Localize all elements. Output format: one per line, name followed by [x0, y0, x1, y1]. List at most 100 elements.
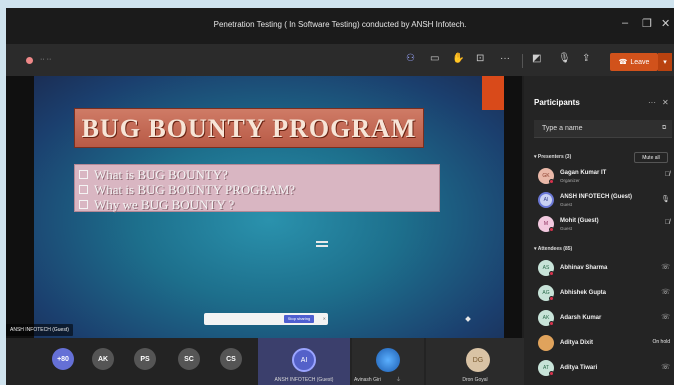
tile-name: Dron Goyal [462, 377, 488, 383]
mic-off-icon[interactable]: 🎙 [558, 53, 571, 64]
stop-sharing-button[interactable]: Stop sharing [284, 315, 314, 323]
tile-name: Avinash Giri [354, 377, 381, 383]
recording-indicator-icon [26, 57, 33, 64]
participant-name: Gagan Kumar IT [560, 170, 607, 176]
slide-bullet: What is BUG BOUNTY PROGRAM? [79, 182, 439, 197]
status-busy-icon [549, 321, 554, 326]
call-icon: ☏ [661, 364, 670, 371]
participant-row[interactable]: AI ANSH INFOTECH (Guest) Guest 🎙 [538, 192, 670, 212]
status-busy-icon [549, 371, 554, 376]
teams-window: Penetration Testing ( In Software Testin… [6, 8, 674, 385]
raise-hand-icon[interactable]: ✋ [452, 53, 464, 64]
participant-role: Guest [560, 226, 573, 231]
call-icon: ☏ [661, 289, 670, 296]
chevron-down-icon: ▾ [663, 59, 667, 66]
search-placeholder: Type a name [542, 125, 583, 132]
meeting-title: Penetration Testing ( In Software Testin… [213, 20, 467, 29]
avatar: AI [292, 348, 316, 372]
participant-bubble[interactable]: SC [178, 348, 200, 370]
overflow-participants-bubble[interactable]: +80 [52, 348, 74, 370]
participants-panel: Participants ··· ✕ Type a name ⧉ ▾ Prese… [524, 76, 674, 385]
avatar: DG [466, 348, 490, 372]
call-icon: ☏ [661, 314, 670, 321]
participant-role: Guest [560, 202, 573, 207]
more-actions-icon[interactable]: ··· [500, 53, 510, 64]
participant-row[interactable]: M Mohit (Guest) Guest 🎙̸ [538, 216, 670, 236]
presenter-name-tag: ANSH INFOTECH (Guest) [6, 324, 73, 336]
mute-all-button[interactable]: Mute all [634, 152, 668, 163]
video-tile[interactable]: Avinash Giri ⏚ [352, 338, 424, 385]
mic-icon: 🎙 [661, 196, 670, 203]
participants-icon[interactable]: ⚇ [406, 53, 415, 64]
leave-button[interactable]: ☎ Leave [610, 53, 658, 71]
camera-off-icon[interactable]: ◩ [532, 53, 541, 64]
slide-bullet: Why we BUG BOUNTY ? [79, 197, 439, 212]
mic-muted-icon: 🎙̸ [664, 219, 670, 226]
participant-search-input[interactable]: Type a name ⧉ [534, 120, 672, 138]
participant-role: Organizer [560, 178, 580, 183]
close-panel-icon[interactable]: ✕ [662, 98, 669, 107]
slide-bullet-list: What is BUG BOUNTY? What is BUG BOUNTY P… [74, 164, 440, 212]
presentation-slide: BUG BOUNTY PROGRAM What is BUG BOUNTY? W… [34, 76, 504, 338]
sharing-banner: Stop sharing ✕ [204, 313, 328, 325]
title-bar: Penetration Testing ( In Software Testin… [6, 8, 674, 44]
call-icon: ☏ [661, 264, 670, 271]
mouse-cursor-icon [465, 316, 471, 322]
chat-icon[interactable]: ▭ [430, 53, 439, 64]
status-busy-icon [549, 271, 554, 276]
participant-name: Aditya Dixit [560, 340, 594, 346]
rooms-icon[interactable]: ⊡ [476, 53, 484, 64]
status-busy-icon [549, 296, 554, 301]
participant-name: Mohit (Guest) [560, 218, 599, 224]
checkbox-icon [79, 185, 88, 194]
share-invite-icon[interactable]: ⧉ [662, 125, 666, 132]
leave-dropdown-button[interactable]: ▾ [658, 53, 672, 71]
more-options-icon[interactable]: ··· [648, 98, 656, 107]
participant-row[interactable]: AS Abhinav Sharma ☏ [538, 260, 670, 280]
meeting-timer: ·· ·· [40, 56, 52, 63]
share-screen-icon[interactable]: ⇪ [582, 53, 590, 64]
leave-label: Leave [630, 58, 650, 66]
slide-heading: BUG BOUNTY PROGRAM [74, 108, 424, 148]
mic-icon: ⏚ [396, 377, 402, 383]
participant-name: Abhinav Sharma [560, 265, 608, 271]
status-busy-icon [549, 227, 554, 232]
video-tile[interactable]: AI ANSH INFOTECH (Guest) [258, 338, 350, 385]
hide-banner-icon[interactable]: ✕ [323, 316, 326, 321]
participant-bubble[interactable]: AK [92, 348, 114, 370]
participant-name: Adarsh Kumar [560, 315, 602, 321]
video-gallery: +80 AK PS SC CS AI ANSH INFOTECH (Guest)… [6, 338, 524, 385]
menu-lines-icon [316, 241, 328, 249]
participant-row[interactable]: Aditya Dixit On hold [538, 335, 670, 355]
tile-name: ANSH INFOTECH (Guest) [274, 377, 334, 383]
participant-row[interactable]: AK Adarsh Kumar ☏ [538, 310, 670, 330]
mic-muted-icon: 🎙̸ [664, 171, 670, 178]
slide-bullet: What is BUG BOUNTY? [79, 167, 439, 182]
presenters-section-header[interactable]: ▾ Presenters (3) [534, 154, 571, 160]
close-icon[interactable]: ✕ [661, 17, 670, 30]
avatar-photo [376, 348, 400, 372]
participant-name: Abhishek Gupta [560, 290, 607, 296]
avatar-photo [538, 335, 554, 351]
checkbox-icon [79, 170, 88, 179]
toolbar-divider [522, 54, 523, 68]
participant-row[interactable]: GK Gagan Kumar IT Organizer 🎙̸ [538, 168, 670, 188]
on-hold-status: On hold [652, 339, 670, 345]
participant-row[interactable]: AG Abhishek Gupta ☏ [538, 285, 670, 305]
meeting-toolbar: ·· ·· ⚇ ▭ ✋ ⊡ ··· ◩ 🎙 ⇪ ☎ Leave ▾ [6, 44, 674, 76]
participant-name: Aditya Tiwari [560, 365, 598, 371]
avatar: AI [538, 192, 554, 208]
slide-accent-block [482, 76, 504, 110]
attendees-section-header[interactable]: ▾ Attendees (85) [534, 246, 572, 252]
phone-icon: ☎ [618, 59, 628, 66]
checkbox-icon [79, 200, 88, 209]
participant-row[interactable]: AT Aditya Tiwari ☏ [538, 360, 670, 380]
participant-name: ANSH INFOTECH (Guest) [560, 194, 632, 200]
participant-bubble[interactable]: PS [134, 348, 156, 370]
status-busy-icon [549, 179, 554, 184]
video-tile[interactable]: DG Dron Goyal [426, 338, 524, 385]
minimize-icon[interactable]: – [622, 17, 628, 29]
maximize-icon[interactable]: ❐ [642, 17, 652, 30]
participant-bubble[interactable]: CS [220, 348, 242, 370]
panel-title: Participants [534, 98, 580, 107]
